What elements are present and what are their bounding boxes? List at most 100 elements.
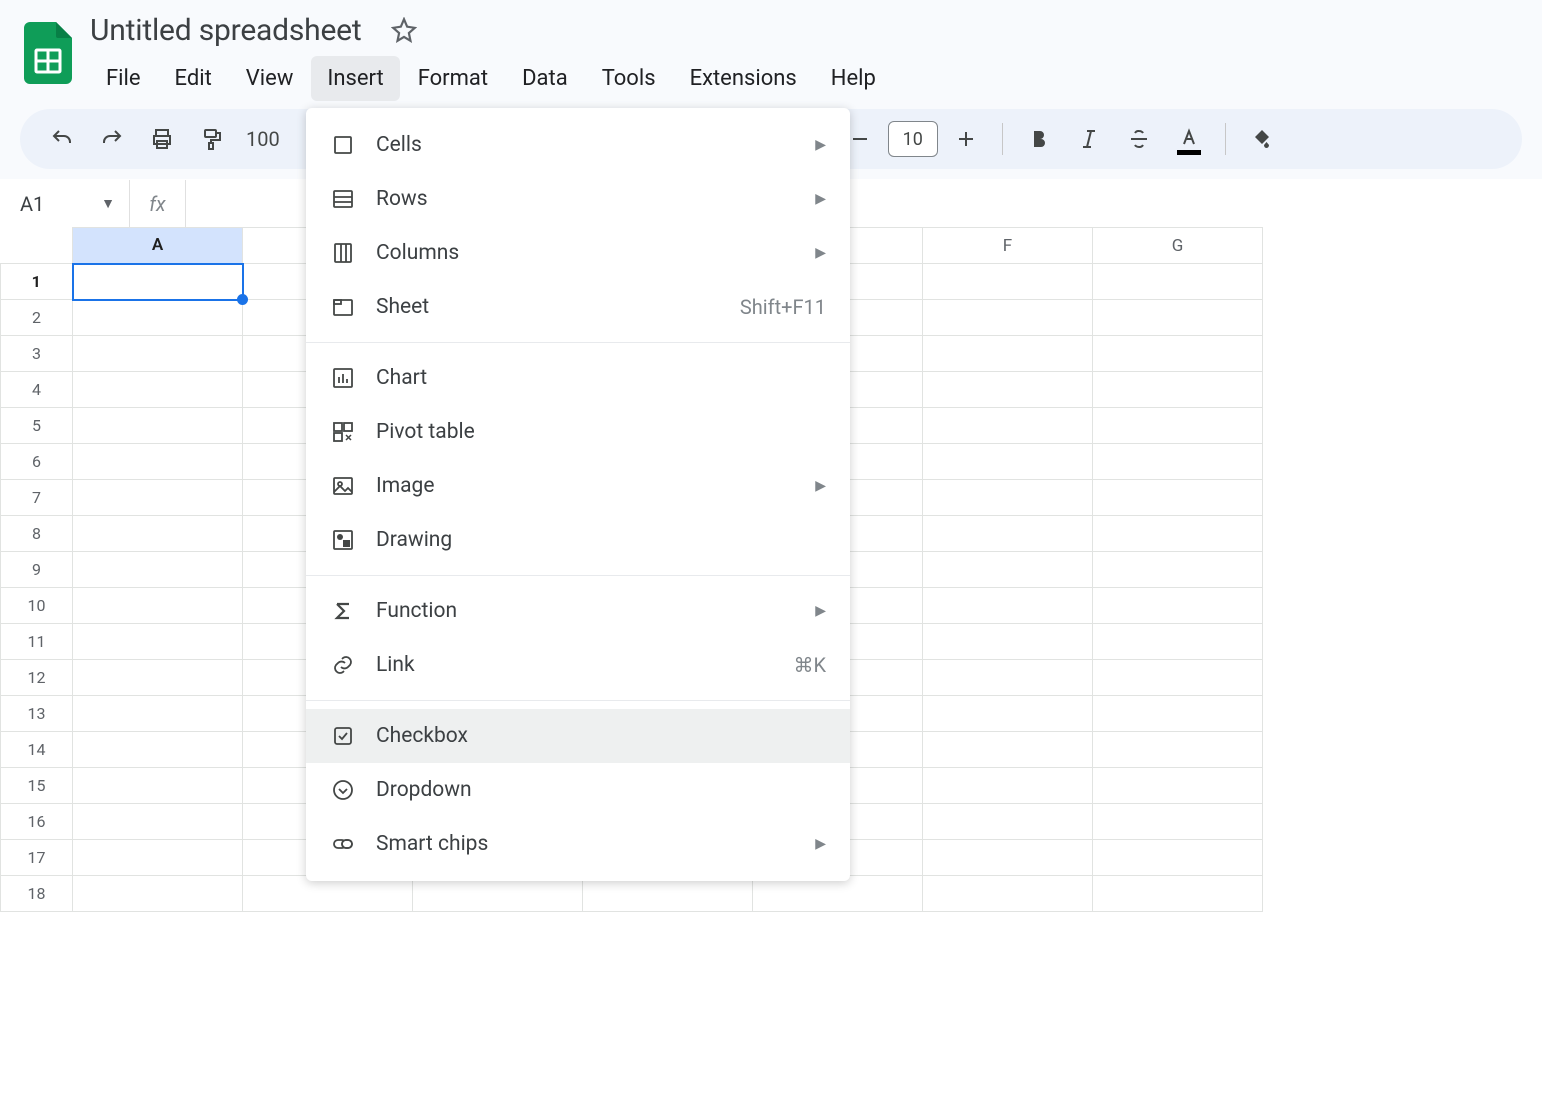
cell-F2[interactable] <box>923 300 1093 336</box>
name-box[interactable]: A1 ▼ <box>0 180 130 227</box>
italic-button[interactable] <box>1067 117 1111 161</box>
cell-F7[interactable] <box>923 480 1093 516</box>
cell-A5[interactable] <box>73 408 243 444</box>
cell-F11[interactable] <box>923 624 1093 660</box>
cell-A1[interactable] <box>73 264 243 300</box>
cell-A14[interactable] <box>73 732 243 768</box>
increase-font-button[interactable] <box>944 117 988 161</box>
document-title[interactable]: Untitled spreadsheet <box>90 13 362 48</box>
menu-data[interactable]: Data <box>506 56 584 101</box>
cell-G11[interactable] <box>1093 624 1263 660</box>
redo-button[interactable] <box>90 117 134 161</box>
cell-F8[interactable] <box>923 516 1093 552</box>
row-header-6[interactable]: 6 <box>1 444 73 480</box>
cell-G10[interactable] <box>1093 588 1263 624</box>
column-header-G[interactable]: G <box>1093 228 1263 264</box>
row-header-8[interactable]: 8 <box>1 516 73 552</box>
print-button[interactable] <box>140 117 184 161</box>
cell-F5[interactable] <box>923 408 1093 444</box>
insert-menu-drawing[interactable]: Drawing <box>306 513 850 567</box>
menu-tools[interactable]: Tools <box>586 56 672 101</box>
zoom-level[interactable]: 100 <box>240 127 286 151</box>
cell-A15[interactable] <box>73 768 243 804</box>
column-header-A[interactable]: A <box>73 228 243 264</box>
cell-A11[interactable] <box>73 624 243 660</box>
cell-A7[interactable] <box>73 480 243 516</box>
paint-format-button[interactable] <box>190 117 234 161</box>
cell-G18[interactable] <box>1093 876 1263 912</box>
insert-menu-rows[interactable]: Rows▶ <box>306 172 850 226</box>
cell-F6[interactable] <box>923 444 1093 480</box>
row-header-14[interactable]: 14 <box>1 732 73 768</box>
menu-help[interactable]: Help <box>815 56 892 101</box>
cell-G7[interactable] <box>1093 480 1263 516</box>
bold-button[interactable] <box>1017 117 1061 161</box>
cell-F13[interactable] <box>923 696 1093 732</box>
cell-F12[interactable] <box>923 660 1093 696</box>
cell-G14[interactable] <box>1093 732 1263 768</box>
row-header-10[interactable]: 10 <box>1 588 73 624</box>
insert-menu-sheet[interactable]: SheetShift+F11 <box>306 280 850 334</box>
cell-A9[interactable] <box>73 552 243 588</box>
row-header-1[interactable]: 1 <box>1 264 73 300</box>
row-header-17[interactable]: 17 <box>1 840 73 876</box>
insert-menu-smart-chips[interactable]: Smart chips▶ <box>306 817 850 871</box>
column-header-F[interactable]: F <box>923 228 1093 264</box>
row-header-16[interactable]: 16 <box>1 804 73 840</box>
cell-A4[interactable] <box>73 372 243 408</box>
insert-menu-cells[interactable]: Cells▶ <box>306 118 850 172</box>
row-header-13[interactable]: 13 <box>1 696 73 732</box>
cell-A16[interactable] <box>73 804 243 840</box>
menu-format[interactable]: Format <box>402 56 504 101</box>
cell-F18[interactable] <box>923 876 1093 912</box>
insert-menu-columns[interactable]: Columns▶ <box>306 226 850 280</box>
cell-F17[interactable] <box>923 840 1093 876</box>
insert-menu-checkbox[interactable]: Checkbox <box>306 709 850 763</box>
cell-F16[interactable] <box>923 804 1093 840</box>
cell-G5[interactable] <box>1093 408 1263 444</box>
row-header-7[interactable]: 7 <box>1 480 73 516</box>
menu-file[interactable]: File <box>90 56 157 101</box>
undo-button[interactable] <box>40 117 84 161</box>
sheets-logo[interactable] <box>20 18 76 88</box>
cell-F1[interactable] <box>923 264 1093 300</box>
cell-G3[interactable] <box>1093 336 1263 372</box>
row-header-2[interactable]: 2 <box>1 300 73 336</box>
insert-menu-function[interactable]: Function▶ <box>306 584 850 638</box>
insert-menu-chart[interactable]: Chart <box>306 351 850 405</box>
cell-F3[interactable] <box>923 336 1093 372</box>
cell-G16[interactable] <box>1093 804 1263 840</box>
row-header-4[interactable]: 4 <box>1 372 73 408</box>
cell-A13[interactable] <box>73 696 243 732</box>
cell-F15[interactable] <box>923 768 1093 804</box>
cell-F14[interactable] <box>923 732 1093 768</box>
cell-G6[interactable] <box>1093 444 1263 480</box>
insert-menu-pivot-table[interactable]: Pivot table <box>306 405 850 459</box>
cell-G4[interactable] <box>1093 372 1263 408</box>
star-button[interactable] <box>386 12 422 48</box>
menu-insert[interactable]: Insert <box>311 56 399 101</box>
cell-A6[interactable] <box>73 444 243 480</box>
cell-F9[interactable] <box>923 552 1093 588</box>
row-header-15[interactable]: 15 <box>1 768 73 804</box>
cell-G13[interactable] <box>1093 696 1263 732</box>
cell-G17[interactable] <box>1093 840 1263 876</box>
select-all-corner[interactable] <box>1 228 73 264</box>
cell-A12[interactable] <box>73 660 243 696</box>
cell-A18[interactable] <box>73 876 243 912</box>
row-header-18[interactable]: 18 <box>1 876 73 912</box>
strikethrough-button[interactable] <box>1117 117 1161 161</box>
insert-menu-dropdown[interactable]: Dropdown <box>306 763 850 817</box>
menu-edit[interactable]: Edit <box>159 56 228 101</box>
row-header-11[interactable]: 11 <box>1 624 73 660</box>
cell-G15[interactable] <box>1093 768 1263 804</box>
font-size-input[interactable]: 10 <box>888 121 938 157</box>
cell-G2[interactable] <box>1093 300 1263 336</box>
cell-A3[interactable] <box>73 336 243 372</box>
cell-G9[interactable] <box>1093 552 1263 588</box>
cell-F10[interactable] <box>923 588 1093 624</box>
menu-extensions[interactable]: Extensions <box>674 56 813 101</box>
cell-G12[interactable] <box>1093 660 1263 696</box>
fill-color-button[interactable] <box>1240 117 1284 161</box>
cell-F4[interactable] <box>923 372 1093 408</box>
